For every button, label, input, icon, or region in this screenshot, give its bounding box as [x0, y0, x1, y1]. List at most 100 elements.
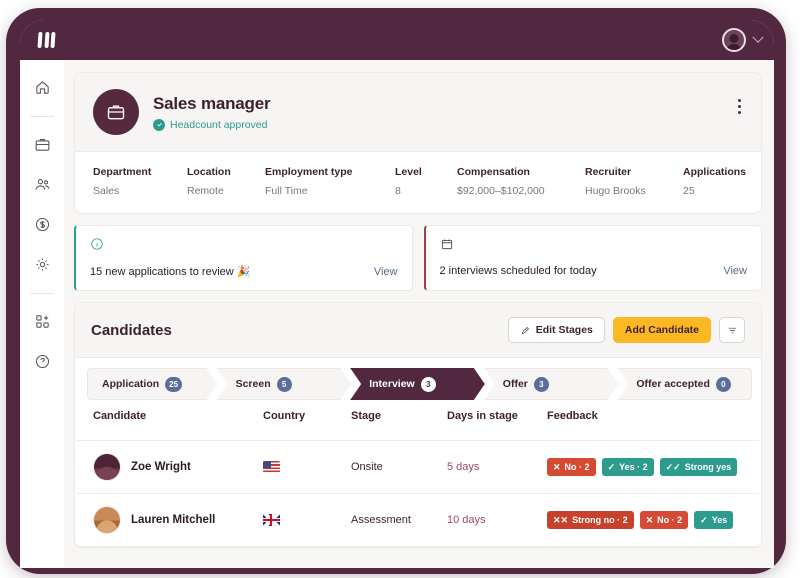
meta-value: 8	[395, 185, 401, 197]
user-avatar[interactable]	[722, 28, 746, 52]
pipeline-stage-interview[interactable]: Interview 3	[350, 368, 485, 400]
feedback-badge-label: No · 2	[657, 515, 683, 525]
feedback-badge-no[interactable]: ✕ No · 2	[639, 511, 689, 529]
page-title: Sales manager	[153, 93, 271, 113]
meta-label: Location	[187, 166, 231, 178]
three-wave-logo[interactable]	[37, 30, 56, 50]
sidebar-item-help[interactable]	[27, 346, 57, 376]
meta-label: Compensation	[457, 166, 530, 178]
check-circle-icon	[153, 118, 165, 131]
feedback-badge-strongno[interactable]: ✕✕ Strong no · 2	[547, 511, 634, 529]
banner-content: 15 new applications to review 🎉 View	[90, 265, 398, 279]
sidebar-item-compensation[interactable]	[27, 209, 57, 239]
table-header-row: Candidate Country Stage Days in stage Fe…	[77, 400, 759, 440]
status-badge-label: Headcount approved	[170, 118, 268, 131]
check-icon: ✓✓	[665, 461, 681, 472]
sidebar-item-people[interactable]	[27, 169, 57, 199]
meta-value: $92,000–$102,000	[457, 185, 545, 197]
column-header-feedback: Feedback	[547, 410, 598, 422]
feedback-badge-label: Strong yes	[684, 462, 732, 472]
candidate-name[interactable]: Zoe Wright	[131, 461, 191, 473]
meta-department: Department Sales	[93, 166, 187, 197]
pipeline-stage-count: 25	[165, 377, 182, 392]
pipeline-stage-count: 0	[715, 376, 731, 392]
people-icon	[35, 178, 49, 190]
banner-text: 2 interviews scheduled for today	[439, 265, 597, 277]
info-icon	[90, 237, 398, 256]
cell-feedback: ✕✕ Strong no · 2 ✕ No · 2 ✓ Yes	[547, 511, 743, 529]
candidate-name[interactable]: Lauren Mitchell	[131, 514, 215, 526]
briefcase-icon	[107, 105, 125, 120]
app-body: Sales manager Headcount approved Departm…	[20, 60, 774, 568]
check-icon: ✓	[607, 461, 616, 472]
edit-stages-button[interactable]: Edit Stages	[507, 317, 605, 343]
banner-view-link[interactable]: View	[723, 265, 747, 277]
pipeline-stage-count: 5	[277, 377, 292, 392]
topbar-right-group	[722, 28, 764, 52]
sidebar-item-apps[interactable]	[27, 306, 57, 336]
cell-feedback: ✕ No · 2 ✓ Yes · 2 ✓✓ Strong yes	[547, 458, 743, 476]
banner-view-link[interactable]: View	[374, 266, 398, 278]
home-icon	[35, 80, 49, 94]
pipeline-stage-label: Offer accepted	[636, 378, 710, 390]
meta-value: Hugo Brooks	[585, 185, 646, 197]
top-bar	[20, 20, 774, 60]
sidebar-item-settings[interactable]	[27, 249, 57, 279]
cell-candidate: Lauren Mitchell	[93, 506, 263, 534]
main-content: Sales manager Headcount approved Departm…	[64, 60, 774, 568]
feedback-badge-yes[interactable]: ✓ Yes	[694, 511, 734, 529]
status-badge: Headcount approved	[153, 118, 270, 131]
column-header-candidate: Candidate	[93, 410, 147, 422]
cell-stage: Onsite	[351, 461, 383, 473]
device-frame: Sales manager Headcount approved Departm…	[6, 8, 786, 574]
candidates-title: Candidates	[91, 321, 172, 339]
sidebar-item-jobs[interactable]	[27, 129, 57, 159]
chevron-down-icon[interactable]	[752, 31, 764, 43]
meta-value: Remote	[187, 185, 224, 197]
avatar	[93, 506, 121, 534]
briefcase-icon	[35, 138, 49, 151]
add-apps-icon	[35, 314, 49, 328]
meta-label: Level	[395, 166, 422, 178]
table-row[interactable]: Lauren Mitchell Assessment 10 days ✕✕ Strong…	[77, 494, 759, 546]
job-avatar	[93, 89, 139, 135]
feedback-badge-strongyes[interactable]: ✓✓ Strong yes	[659, 458, 738, 476]
help-icon	[35, 354, 49, 368]
cross-icon: ✕	[645, 514, 654, 525]
add-candidate-button[interactable]: Add Candidate	[612, 317, 711, 343]
table-body: Zoe Wright Onsite 5 days ✕ No · 2 ✓ Yes · 2 ✓✓ S…	[77, 441, 759, 547]
banner-content: 2 interviews scheduled for today View	[440, 265, 748, 277]
meta-location: Location Remote	[187, 166, 265, 197]
table-row[interactable]: Zoe Wright Onsite 5 days ✕ No · 2 ✓ Yes · 2 ✓✓ S…	[77, 441, 759, 493]
dollar-icon	[35, 217, 49, 231]
banner-interviews-today[interactable]: 2 interviews scheduled for today View	[423, 225, 762, 291]
cell-stage: Assessment	[351, 514, 411, 526]
pipeline-stage-screen[interactable]: Screen 5	[217, 368, 352, 400]
feedback-badge-label: Yes · 2	[619, 462, 648, 472]
kebab-menu-icon[interactable]	[738, 99, 741, 114]
cell-country	[263, 461, 351, 473]
filter-button[interactable]	[719, 317, 745, 343]
pipeline-stage-label: Interview	[369, 378, 415, 390]
pipeline-stage-application[interactable]: Application 25	[87, 368, 218, 400]
feedback-badge-label: Yes	[711, 515, 728, 525]
sidebar-item-home[interactable]	[27, 72, 57, 102]
pipeline-stage-count: 3	[534, 377, 549, 392]
banner-text: 15 new applications to review 🎉	[90, 266, 251, 278]
cross-icon: ✕✕	[553, 514, 569, 525]
cell-country	[263, 514, 351, 526]
pipeline-stage-offer-accepted[interactable]: Offer accepted 0	[617, 368, 752, 400]
meta-label: Department	[93, 166, 152, 178]
banner-new-applications[interactable]: 15 new applications to review 🎉 View	[74, 225, 413, 291]
feedback-badge-no[interactable]: ✕ No · 2	[547, 458, 596, 476]
meta-level: Level 8	[395, 166, 457, 197]
job-meta-row: Department Sales Location Remote Employm…	[75, 152, 761, 213]
pipeline-stage-offer[interactable]: Offer 3	[484, 368, 619, 400]
meta-value: Sales	[93, 185, 120, 197]
cell-candidate: Zoe Wright	[93, 453, 263, 481]
sidebar-divider-1	[30, 116, 54, 117]
feedback-badge-yes[interactable]: ✓ Yes · 2	[601, 458, 654, 476]
candidates-table: Candidate Country Stage Days in stage Fe…	[75, 400, 761, 547]
filter-icon	[728, 327, 736, 333]
pencil-icon	[521, 326, 529, 334]
